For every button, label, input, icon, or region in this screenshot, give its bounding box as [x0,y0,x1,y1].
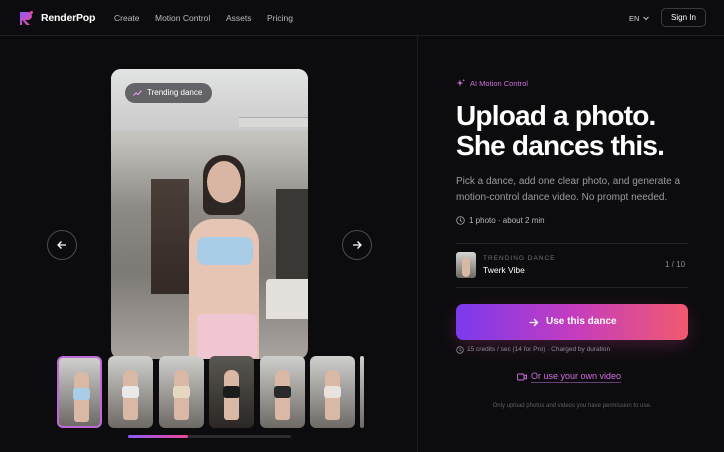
thumb-outfit [274,386,291,398]
selected-dance-name: Twerk Vibe [483,265,525,275]
arrow-right-icon [353,241,362,249]
column-divider [417,36,418,452]
nav-link-pricing[interactable]: Pricing [267,13,293,23]
nav-link-motion-control[interactable]: Motion Control [155,13,210,23]
arrow-right-icon [529,318,539,327]
scene-ac-unit [239,117,308,127]
thumb-outfit [173,386,190,398]
selected-dance-thumbnail [456,252,476,278]
dance-preview-video[interactable]: Trending dance [111,69,308,359]
dancer-head [207,161,241,203]
trending-chip-label: Trending dance [147,88,203,97]
dance-thumbnail-1[interactable] [57,356,102,428]
headline-line-1: Upload a photo. [456,100,656,131]
logo-icon[interactable] [18,10,34,26]
dancer-skirt [197,314,257,359]
top-nav: RenderPop Create Motion Control Assets P… [0,0,724,36]
dance-counter: 1 / 10 [665,260,686,269]
use-own-video-link[interactable]: Or use your own video [531,371,622,383]
trending-chip: Trending dance [125,83,213,103]
credits-info: 15 credits / sec (14 for Pro) · Charged … [467,346,611,353]
time-estimate: 1 photo · about 2 min [469,216,545,225]
thumb-figure [462,257,470,277]
dance-thumbnail-4[interactable] [209,356,254,428]
video-camera-icon [517,373,527,381]
dance-thumbnail-6[interactable] [310,356,355,428]
sign-in-button[interactable]: Sign In [661,8,706,27]
eyebrow-label: AI Motion Control [470,79,528,88]
language-selector[interactable]: EN [629,14,639,23]
headline-line-2: She dances this. [456,130,665,161]
dance-thumbnail-5[interactable] [260,356,305,428]
sparkle-icon [456,79,465,87]
arrow-left-icon [57,241,66,249]
trend-icon [133,90,142,96]
prev-dance-button[interactable] [47,230,77,260]
clock-icon [456,216,465,225]
dance-thumbnail-3[interactable] [159,356,204,428]
next-dance-button[interactable] [342,230,372,260]
permission-disclaimer: Only upload photos and videos you have p… [492,403,652,409]
thumb-outfit [73,388,90,400]
dance-thumbnail-2[interactable] [108,356,153,428]
thumb-outfit [223,386,240,398]
scene-sofa [266,279,308,319]
carousel-progress-fill [128,435,189,438]
carousel-progress-bar [128,435,291,438]
thumb-outfit [324,386,341,398]
nav-link-assets[interactable]: Assets [226,13,252,23]
divider [456,287,688,288]
thumb-outfit [122,386,139,398]
divider [456,243,688,244]
use-this-dance-button[interactable]: Use this dance [456,304,688,340]
dance-thumbnail-7[interactable] [360,356,364,428]
brand-name[interactable]: RenderPop [41,12,95,24]
dancer-top [197,237,253,265]
selected-dance-label: TRENDING DANCE [483,255,556,262]
cta-label: Use this dance [546,316,617,327]
page-title: Upload a photo. She dances this. [456,100,665,161]
chevron-down-icon[interactable] [642,14,650,22]
scene-shelf [276,189,308,279]
clock-icon [456,346,464,354]
nav-link-create[interactable]: Create [114,13,140,23]
scene-door [151,179,189,294]
description: Pick a dance, add one clear photo, and g… [456,176,681,203]
